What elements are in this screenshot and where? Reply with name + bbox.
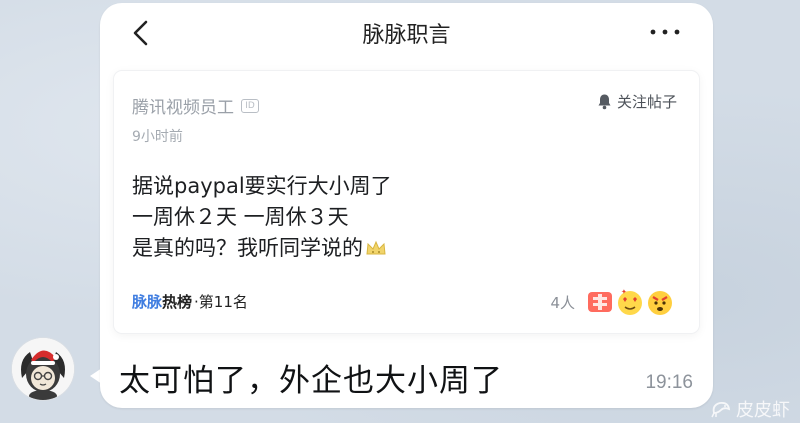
message-text: 太可怕了，外企也大小周了 [119, 363, 503, 399]
avatar-character-icon [12, 338, 74, 400]
author-name[interactable]: 腾讯视频员工 [132, 93, 234, 118]
heart-eyes-emoji-icon: ✦ [618, 288, 642, 315]
hot-list-tag[interactable]: 脉脉 热榜 ·第11名 [132, 291, 248, 312]
hot-list-label: 热榜 [162, 293, 193, 311]
post-header: 脉脉职言 [100, 3, 713, 65]
svg-text:✦: ✦ [621, 288, 627, 296]
reaction-emojis: ✦ [585, 287, 681, 317]
reactions[interactable]: 4人 ✦ [550, 287, 681, 317]
post-line-2: 一周休２天 一周休３天 [132, 205, 349, 229]
watermark-text: 皮皮虾 [736, 400, 790, 421]
author-row: 腾讯视频员工 ID [132, 93, 259, 118]
post-line-1: 据说paypal要实行大小周了 [132, 174, 392, 198]
post-content: 据说paypal要实行大小周了 一周休２天 一周休３天 是真的吗？我听同学说的 [132, 171, 392, 264]
watermark: 皮皮虾 [710, 396, 790, 422]
shared-post-card[interactable]: 腾讯视频员工 ID 9小时前 关注帖子 据说paypal要实行大小周了 一周休２… [114, 71, 699, 333]
follow-post-button[interactable]: 关注帖子 [597, 91, 677, 112]
shrimp-logo-icon [711, 401, 731, 418]
post-line-3: 是真的吗？我听同学说的 [132, 233, 392, 264]
avatar[interactable] [12, 338, 74, 400]
bell-icon [598, 94, 611, 110]
hot-list-rank: ·第11名 [194, 293, 248, 311]
happy-character-emoji-icon [588, 292, 612, 312]
hot-list-brand: 脉脉 [132, 293, 163, 311]
message-bubble[interactable]: 脉脉职言 腾讯视频员工 ID 9小时前 关注帖子 据说paypal要实行大小周了… [100, 3, 713, 408]
follow-post-label: 关注帖子 [616, 93, 677, 111]
post-line-3-text: 是真的吗？我听同学说的 [132, 236, 363, 260]
more-horizontal-icon[interactable] [647, 20, 683, 44]
message-time: 19:16 [645, 372, 693, 393]
verified-id-icon: ID [241, 98, 259, 113]
crown-emoji-icon [366, 240, 386, 255]
reaction-count: 4人 [550, 293, 575, 312]
page-title: 脉脉职言 [362, 23, 451, 48]
angry-emoji-icon [648, 291, 672, 315]
post-time: 9小时前 [132, 129, 183, 145]
